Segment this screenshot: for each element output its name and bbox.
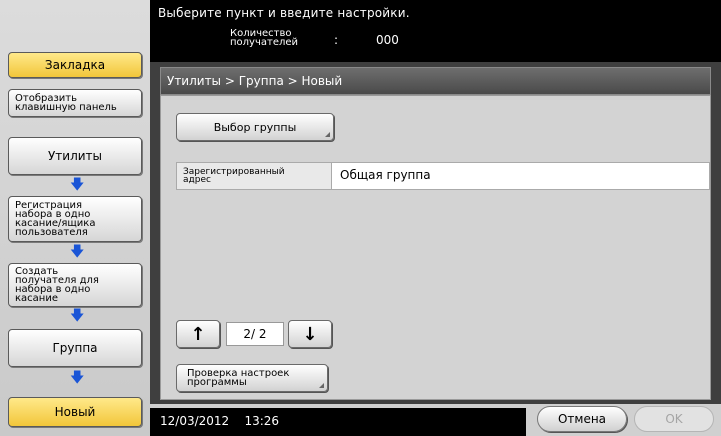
check-program-settings-button[interactable]: Проверка настроек программы bbox=[176, 364, 328, 392]
group-label: Группа bbox=[52, 340, 98, 355]
create-label-4: касание bbox=[15, 293, 58, 304]
cancel-button[interactable]: Отмена bbox=[537, 406, 627, 432]
bookmark-label: Закладка bbox=[44, 57, 106, 72]
new-label: Новый bbox=[54, 404, 96, 419]
utilities-label: Утилиты bbox=[47, 148, 103, 163]
registered-address-value: Общая группа bbox=[340, 168, 431, 182]
recipients-separator: : bbox=[334, 33, 339, 47]
recipients-label-2: получателей bbox=[230, 37, 299, 48]
sidebar-item-registration[interactable]: Регистрация набора в одно касание/ящика … bbox=[8, 196, 142, 242]
sidebar: Закладка Отобразить клавишную панель Ути… bbox=[0, 0, 150, 436]
registered-address-label: Зарегистрированный адрес bbox=[176, 162, 332, 190]
sidebar-item-group[interactable]: Группа bbox=[8, 329, 142, 367]
select-group-label: Выбор группы bbox=[213, 120, 297, 134]
recipients-count: 000 bbox=[376, 33, 399, 47]
cancel-label: Отмена bbox=[557, 412, 607, 426]
corner-indicator-icon bbox=[325, 132, 330, 137]
bookmark-button[interactable]: Закладка bbox=[8, 52, 142, 78]
blue-down-arrow-icon: 🡇 bbox=[70, 370, 85, 386]
datetime-display: 12/03/2012 13:26 bbox=[150, 408, 526, 436]
sidebar-item-utilities[interactable]: Утилиты bbox=[8, 137, 142, 175]
breadcrumb-text: Утилиты > Группа > Новый bbox=[167, 74, 343, 88]
ok-button[interactable]: OK bbox=[634, 406, 714, 432]
ok-label: OK bbox=[665, 412, 683, 426]
recipients-count-label: Количество получателей bbox=[230, 29, 299, 48]
down-arrow-icon: ↓ bbox=[302, 323, 318, 345]
sidebar-item-create-recipient[interactable]: Создать получателя для набора в одно кас… bbox=[8, 263, 142, 307]
addr-label-2: адрес bbox=[183, 175, 211, 185]
time-text: 13:26 bbox=[244, 414, 280, 428]
header: Выберите пункт и введите настройки. Коли… bbox=[150, 0, 721, 62]
breadcrumb: Утилиты > Группа > Новый bbox=[160, 67, 711, 95]
page-up-button[interactable]: ↑ bbox=[176, 320, 220, 348]
show-keyboard-button[interactable]: Отобразить клавишную панель bbox=[8, 89, 142, 117]
blue-down-arrow-icon: 🡇 bbox=[70, 177, 85, 193]
check-program-label-2: программы bbox=[187, 377, 247, 388]
registration-label-4: пользователя bbox=[15, 227, 88, 238]
date-text: 12/03/2012 bbox=[160, 414, 230, 428]
page-indicator: 2/ 2 bbox=[226, 322, 284, 346]
up-arrow-icon: ↑ bbox=[190, 323, 206, 345]
corner-indicator-icon bbox=[319, 383, 324, 388]
page-down-button[interactable]: ↓ bbox=[288, 320, 332, 348]
blue-down-arrow-icon: 🡇 bbox=[70, 308, 85, 324]
show-keyboard-label-2: клавишную панель bbox=[15, 102, 117, 113]
instruction-text: Выберите пункт и введите настройки. bbox=[158, 6, 410, 20]
sidebar-item-new[interactable]: Новый bbox=[8, 397, 142, 427]
blue-down-arrow-icon: 🡇 bbox=[70, 244, 85, 260]
select-group-button[interactable]: Выбор группы bbox=[176, 113, 334, 141]
